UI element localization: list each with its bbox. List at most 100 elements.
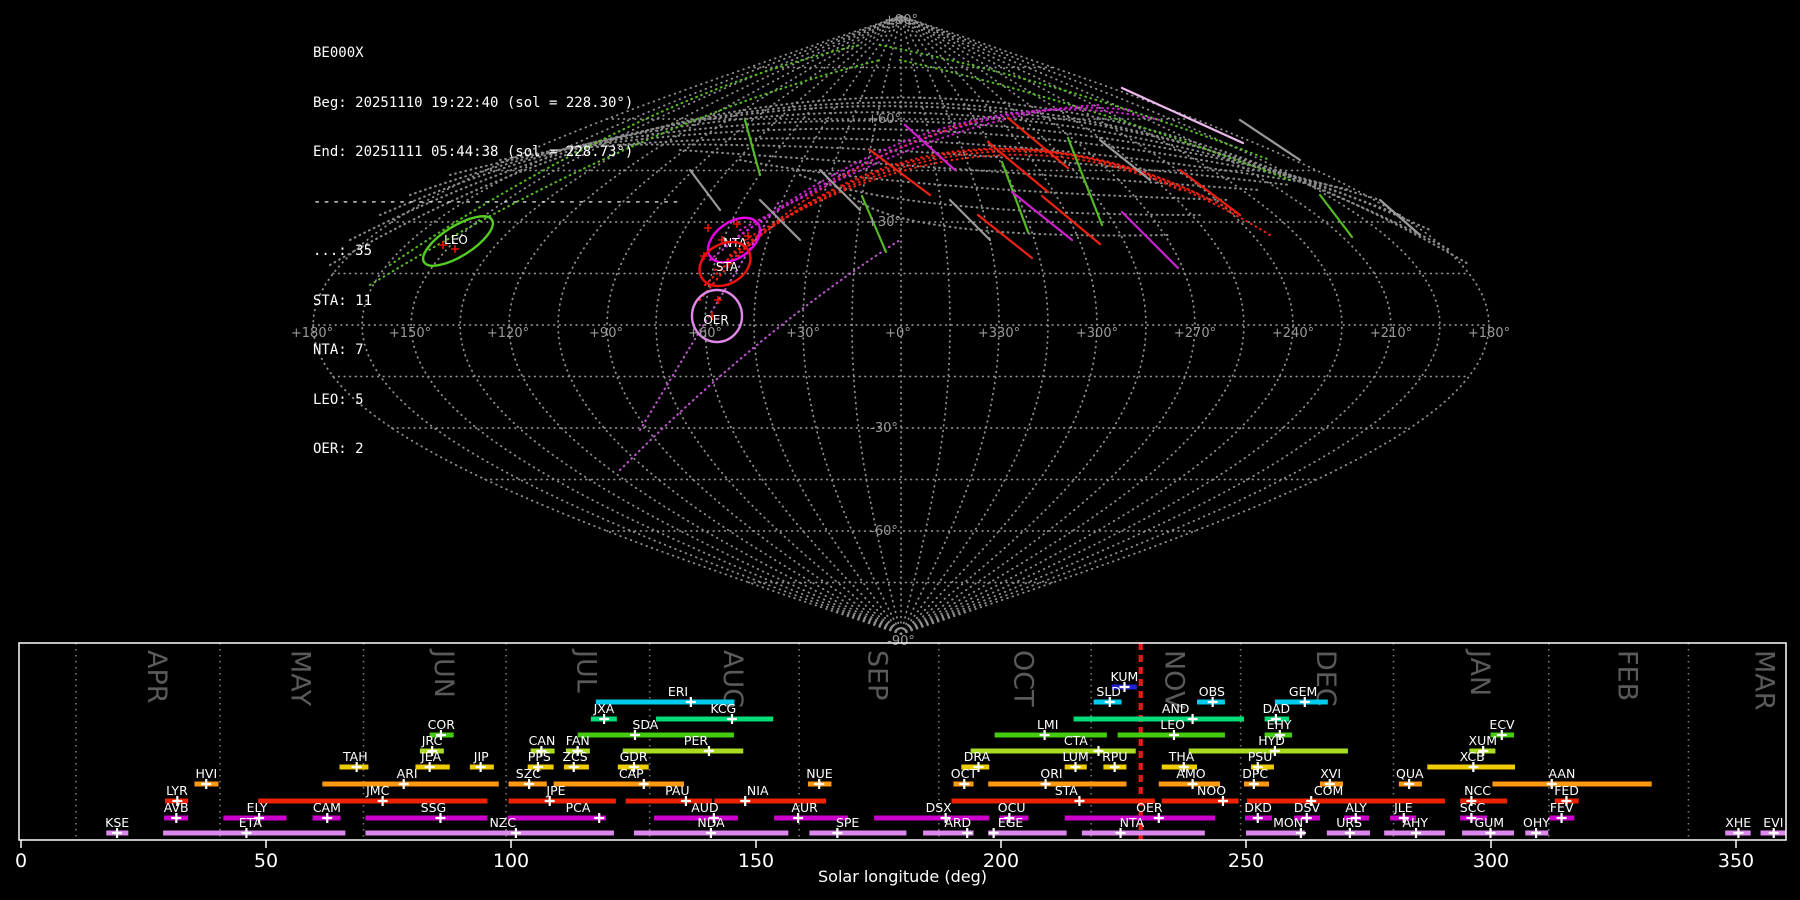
- shower-code-label: DPC: [1242, 766, 1268, 781]
- shower-bar: [258, 798, 488, 804]
- station-id: BE000X: [313, 45, 364, 61]
- count-sporadic: ...: 35: [313, 243, 373, 259]
- shower-bar: [365, 830, 614, 836]
- x-tick-label: 200: [983, 850, 1019, 872]
- meteor-streak: [743, 118, 762, 177]
- x-axis: 0 50 100 150 200 250 300 350 Solar longitude (de…: [15, 840, 1754, 886]
- shower-code-label: AMO: [1176, 766, 1205, 781]
- shower-code-label: ERI: [668, 684, 688, 699]
- meteor-streak: [688, 168, 722, 212]
- shower-SLD: SLD: [1093, 684, 1122, 707]
- ecliptic-longitude-label: +30°: [786, 326, 820, 341]
- shower-NUE: NUE: [806, 766, 833, 789]
- x-axis-title: Solar longitude (deg): [818, 867, 987, 886]
- shower-FEV: FEV: [1549, 800, 1575, 823]
- shower-code-label: TAH: [342, 749, 368, 764]
- drift-track: [743, 153, 1182, 242]
- month-label-APR: APR: [141, 650, 172, 704]
- activity-chart: APR MAY JUN JUL AUG SEP OCT NOV DEC JAN FEB MARKUME…: [15, 642, 1787, 886]
- shower-bar: [507, 815, 607, 821]
- radiant-activity-plot: { "header": { "station": "BE000X", "beg_…: [0, 0, 1800, 900]
- shower-XCB: XCB: [1427, 749, 1516, 772]
- ecliptic-longitude-label: +60°: [688, 326, 722, 341]
- shower-code-label: NTA: [1120, 815, 1145, 830]
- map-meridian: [851, 15, 902, 635]
- x-tick-label: 250: [1228, 850, 1264, 872]
- shower-code-label: QUA: [1396, 766, 1424, 781]
- shower-bar: [988, 830, 1067, 836]
- month-label-JAN: JAN: [1464, 648, 1495, 696]
- shower-code-label: XUM: [1469, 733, 1498, 748]
- peak-marker-icon: [594, 813, 605, 823]
- shower-EVI: EVI: [1760, 815, 1786, 838]
- count-nta: NTA: 7: [313, 342, 364, 358]
- x-tick-label: 150: [738, 850, 774, 872]
- shower-HVI: HVI: [194, 766, 219, 789]
- shower-code-label: OCU: [998, 800, 1026, 815]
- shower-LUM: LUM: [1062, 749, 1089, 772]
- shower-code-label: PPS: [528, 749, 551, 764]
- shower-JIP: JIP: [469, 749, 494, 772]
- shower-code-label: XCB: [1460, 749, 1485, 764]
- shower-code-label: HYD: [1258, 733, 1285, 748]
- shower-code-label: LMI: [1037, 717, 1058, 732]
- shower-XHE: XHE: [1725, 815, 1751, 838]
- shower-OHY: OHY: [1523, 815, 1550, 838]
- shower-code-label: SZC: [516, 766, 541, 781]
- shower-code-label: OHY: [1523, 815, 1550, 830]
- shower-code-label: JEA: [420, 749, 442, 764]
- shower-code-label: ARI: [397, 766, 418, 781]
- drift-track: [728, 150, 1212, 257]
- shower-code-label: JXA: [593, 701, 615, 716]
- month-label-OCT: OCT: [1008, 650, 1039, 707]
- x-tick-label: 0: [15, 850, 27, 872]
- shower-code-label: DSV: [1294, 800, 1321, 815]
- meteor-streak: [1120, 86, 1245, 145]
- ecliptic-longitude-label: +300°: [1076, 326, 1118, 341]
- shower-bar: [1073, 716, 1245, 722]
- shower-code-label: JLE: [1393, 800, 1413, 815]
- shower-code-label: DSX: [926, 800, 953, 815]
- shower-code-label: JPE: [545, 783, 565, 798]
- shower-code-label: DKD: [1244, 800, 1271, 815]
- shower-code-label: ARD: [944, 815, 971, 830]
- shower-code-label: KCG: [710, 701, 736, 716]
- shower-bar: [874, 815, 990, 821]
- shower-bar: [654, 815, 738, 821]
- shower-code-label: ETA: [239, 815, 263, 830]
- begin-time: Beg: 20251110 19:22:40 (sol = 228.30°): [313, 94, 634, 111]
- shower-code-label: NDA: [697, 815, 725, 830]
- shower-code-label: JIP: [473, 749, 489, 764]
- shower-code-label: AUR: [791, 800, 818, 815]
- shower-code-label: ORI: [1040, 766, 1062, 781]
- shower-code-label: OCT: [951, 766, 978, 781]
- radiant-label-STA: STA: [716, 260, 739, 274]
- shower-OBS: OBS: [1197, 684, 1225, 707]
- ecliptic-latitude-label: +30°: [867, 215, 901, 230]
- shower-code-label: JMC: [365, 783, 389, 798]
- shower-code-label: GDR: [620, 749, 648, 764]
- ecliptic-longitude-label: +180°: [1468, 326, 1510, 341]
- shower-code-label: EHY: [1267, 717, 1292, 732]
- separator: ---------------------------------------: [313, 193, 681, 210]
- ecliptic-longitude-label: +270°: [1174, 326, 1216, 341]
- shower-bar: [577, 732, 734, 738]
- shower-DKD: DKD: [1244, 800, 1272, 823]
- shower-bar: [656, 716, 774, 722]
- month-label-MAR: MAR: [1749, 650, 1780, 711]
- shower-code-label: PER: [684, 733, 708, 748]
- shower-code-label: GEM: [1289, 684, 1317, 699]
- shower-bar: [508, 798, 616, 804]
- shower-bar: [365, 815, 488, 821]
- shower-code-label: NZC: [489, 815, 516, 830]
- shower-code-label: SPE: [836, 815, 859, 830]
- shower-code-label: COM: [1314, 783, 1343, 798]
- shower-bars: KUM ERI SLD OBS GEM JXA KCG AND DAD COR SDA LMI LEO E…: [105, 669, 1786, 838]
- chart-border: [18, 642, 1787, 841]
- shower-code-label: XVI: [1320, 766, 1341, 781]
- shower-code-label: AHY: [1402, 815, 1428, 830]
- shower-code-label: XHE: [1725, 815, 1751, 830]
- shower-bar: [994, 732, 1107, 738]
- shower-code-label: KUM: [1110, 669, 1138, 684]
- shower-code-label: AVB: [164, 800, 189, 815]
